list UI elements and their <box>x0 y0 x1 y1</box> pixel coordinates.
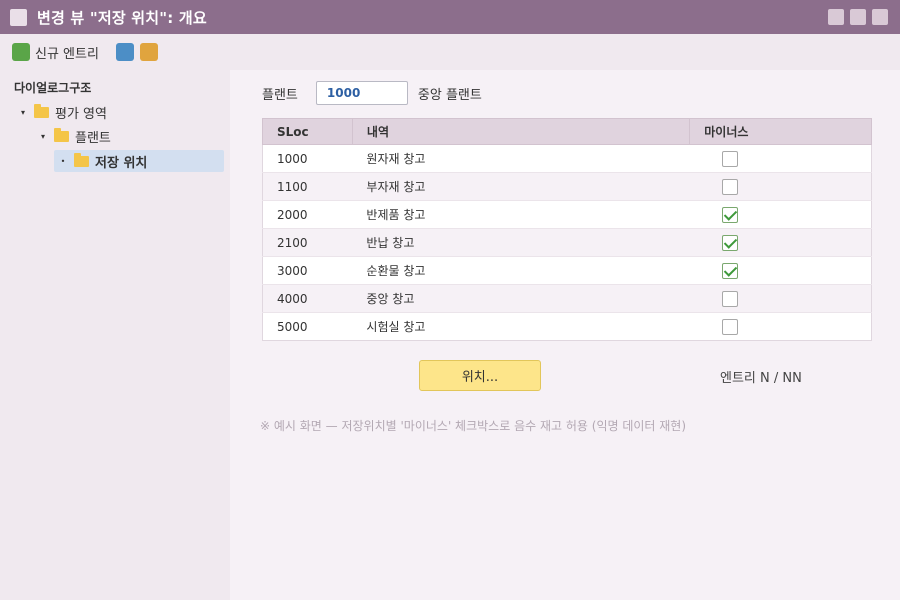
footnote: ※ 예시 화면 — 저장위치별 '마이너스' 체크박스로 음수 재고 허용 (익… <box>260 419 687 433</box>
dialog-structure-title: 다이얼로그구조 <box>14 81 92 95</box>
negative-cell <box>689 284 872 313</box>
plant-input[interactable] <box>315 81 408 105</box>
negative-cell <box>689 172 872 201</box>
tree-node-valuation-area[interactable]: ▾ 평가 영역 <box>18 101 107 123</box>
orange-action-icon <box>139 43 158 61</box>
window-icon <box>10 8 27 26</box>
negative-checkbox[interactable] <box>721 234 738 251</box>
tree-node-storage-location[interactable]: • 저장 위치 <box>54 150 224 172</box>
sloc-cell: 1000 <box>262 144 353 173</box>
window-controls <box>828 9 888 25</box>
negative-checkbox[interactable] <box>721 262 738 279</box>
description-cell: 부자재 창고 <box>352 172 690 201</box>
tree-node-label: 플랜트 <box>75 130 111 146</box>
table-row[interactable]: 2000 반제품 창고 <box>262 200 872 229</box>
tree-toggle-icon[interactable]: ▾ <box>38 132 48 141</box>
negative-cell <box>689 200 872 229</box>
negative-cell <box>689 228 872 257</box>
description-cell: 중앙 창고 <box>352 284 690 313</box>
tree-node-plant[interactable]: ▾ 플랜트 <box>38 125 111 147</box>
table-row[interactable]: 3000 순환물 창고 <box>262 256 872 285</box>
sloc-cell: 1100 <box>262 172 353 201</box>
sloc-cell: 2000 <box>262 200 353 229</box>
table-row[interactable]: 5000 시험실 창고 <box>262 312 872 341</box>
column-header-sloc[interactable]: SLoc <box>262 118 353 145</box>
new-entries-icon <box>12 43 30 61</box>
tree-node-label: 저장 위치 <box>95 155 148 171</box>
column-header-negative[interactable]: 마이너스 <box>689 118 872 145</box>
tree-node-label: 평가 영역 <box>55 106 107 122</box>
column-header-description[interactable]: 내역 <box>351 118 691 145</box>
toolbar: 신규 엔트리 <box>0 34 900 70</box>
negative-cell <box>689 312 872 341</box>
maximize-button[interactable] <box>850 9 866 25</box>
plant-row: 플랜트 중앙 플랜트 <box>262 81 482 105</box>
entry-count: 엔트리 N / NN <box>720 371 802 386</box>
storage-location-table: SLoc 내역 마이너스 1000 원자재 창고 1100 부자재 창고 200… <box>262 118 872 341</box>
sloc-cell: 3000 <box>262 256 353 285</box>
table-row[interactable]: 4000 중앙 창고 <box>262 284 872 313</box>
sloc-cell: 2100 <box>262 228 353 257</box>
description-cell: 반납 창고 <box>352 228 690 257</box>
folder-icon <box>54 127 69 142</box>
blue-action-button[interactable] <box>115 43 134 61</box>
table-row[interactable]: 2100 반납 창고 <box>262 228 872 257</box>
position-button[interactable]: 위치... <box>419 360 541 391</box>
negative-checkbox[interactable] <box>721 290 738 307</box>
table-row[interactable]: 1100 부자재 창고 <box>262 172 872 201</box>
sloc-cell: 5000 <box>262 312 353 341</box>
negative-checkbox[interactable] <box>721 150 738 167</box>
tree-bullet-icon: • <box>60 156 66 166</box>
negative-cell <box>689 256 872 285</box>
sloc-cell: 4000 <box>262 284 353 313</box>
window-title: 변경 뷰 "저장 위치": 개요 <box>37 8 207 27</box>
folder-icon <box>34 103 49 118</box>
tree-toggle-icon[interactable]: ▾ <box>18 108 28 117</box>
new-entries-button[interactable]: 신규 엔트리 <box>12 43 99 62</box>
main-content: 플랜트 중앙 플랜트 SLoc 내역 마이너스 1000 원자재 창고 1100 <box>230 70 900 600</box>
description-cell: 시험실 창고 <box>352 312 690 341</box>
title-bar: 변경 뷰 "저장 위치": 개요 <box>0 0 900 34</box>
minimize-button[interactable] <box>828 9 844 25</box>
table-header-row: SLoc 내역 마이너스 <box>262 118 872 145</box>
plant-label: 플랜트 <box>262 87 298 103</box>
plant-description: 중앙 플랜트 <box>417 87 482 103</box>
negative-checkbox[interactable] <box>721 206 738 223</box>
dialog-structure-panel: 다이얼로그구조 ▾ 평가 영역 ▾ 플랜트 • 저장 위치 <box>0 70 230 600</box>
new-entries-label: 신규 엔트리 <box>35 46 99 62</box>
orange-action-button[interactable] <box>139 43 158 61</box>
description-cell: 원자재 창고 <box>352 144 690 173</box>
negative-cell <box>689 144 872 173</box>
description-cell: 순환물 창고 <box>352 256 690 285</box>
negative-checkbox[interactable] <box>721 178 738 195</box>
folder-icon <box>74 152 89 167</box>
negative-checkbox[interactable] <box>721 318 738 335</box>
blue-action-icon <box>115 43 134 61</box>
close-button[interactable] <box>872 9 888 25</box>
table-row[interactable]: 1000 원자재 창고 <box>262 144 872 173</box>
description-cell: 반제품 창고 <box>352 200 690 229</box>
